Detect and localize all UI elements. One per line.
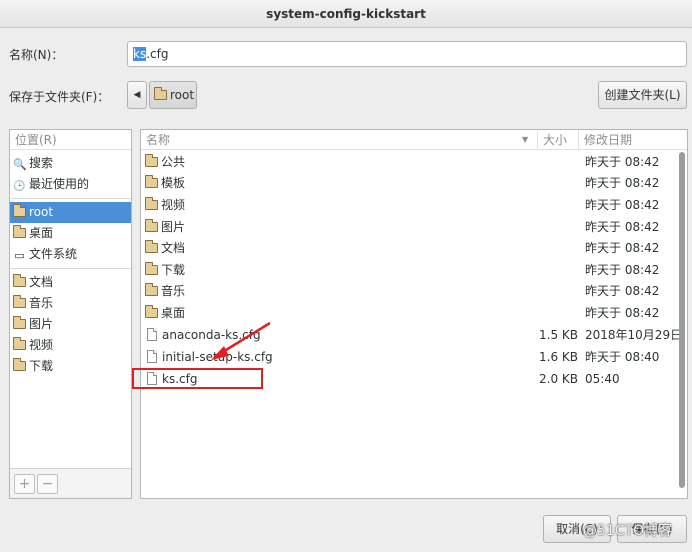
red-arrow-annotation [211, 321, 271, 360]
watermark: @51CTO博客 [583, 523, 673, 539]
